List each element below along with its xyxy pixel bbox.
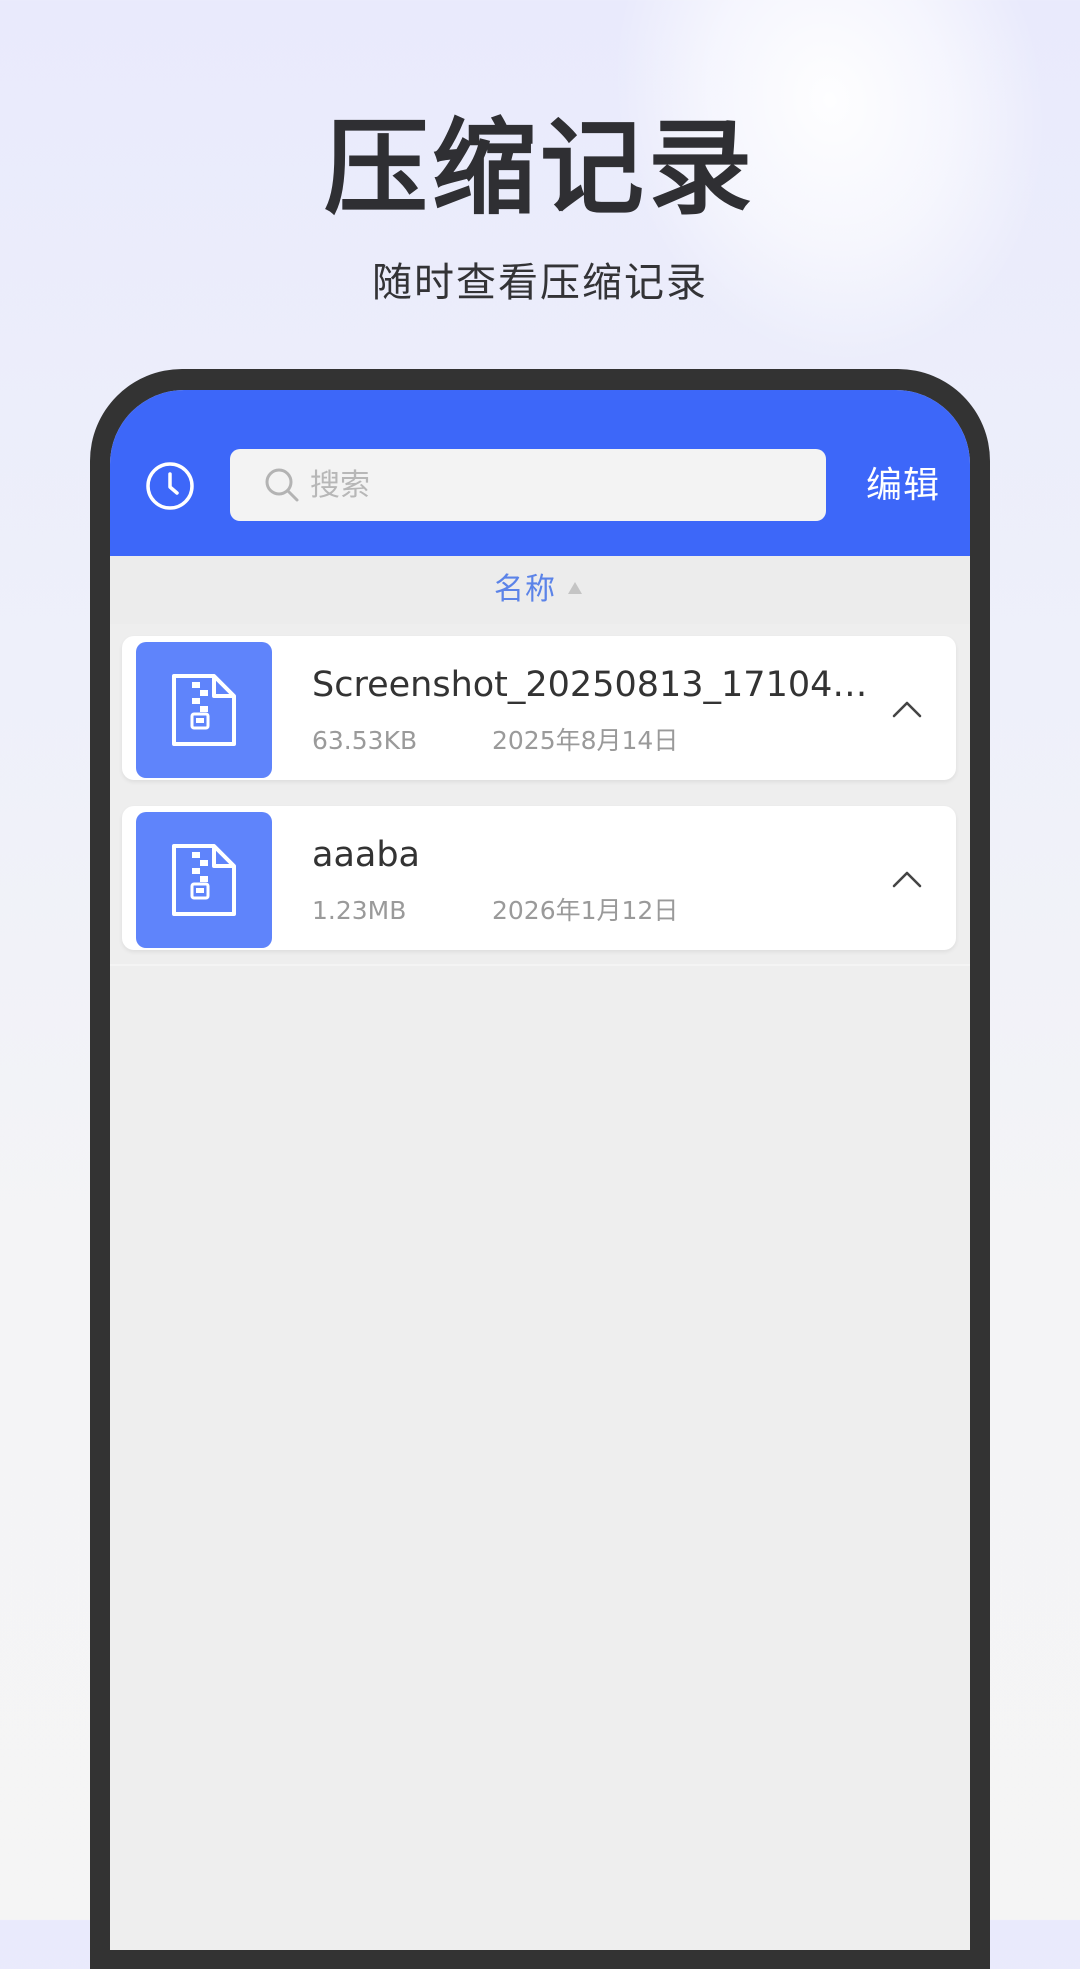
- top-bar: 编辑: [110, 390, 970, 556]
- sort-by-name-button[interactable]: 名称: [494, 566, 582, 614]
- clock-icon[interactable]: [144, 460, 196, 512]
- list-item[interactable]: aaaba 1.23MB 2026年1月12日: [122, 806, 956, 950]
- chevron-up-icon[interactable]: [890, 692, 924, 726]
- zip-file-icon: [136, 642, 272, 778]
- file-name: Screenshot_20250813_171046...: [312, 665, 872, 705]
- file-size: 1.23MB: [312, 896, 407, 925]
- list-item[interactable]: Screenshot_20250813_171046... 63.53KB 20…: [122, 636, 956, 780]
- search-input[interactable]: [310, 449, 810, 521]
- file-name: aaaba: [312, 835, 421, 875]
- search-box[interactable]: [230, 449, 826, 521]
- promo-title: 压缩记录: [323, 107, 756, 229]
- app-screen: 编辑 名称 Screenshot_20250813_171046...: [110, 390, 970, 1950]
- file-size: 63.53KB: [312, 726, 418, 755]
- file-list: Screenshot_20250813_171046... 63.53KB 20…: [122, 636, 958, 976]
- edit-button[interactable]: 编辑: [848, 454, 958, 518]
- sort-ascending-icon: [568, 581, 582, 594]
- zip-file-icon: [136, 812, 272, 948]
- search-icon: [265, 468, 299, 502]
- chevron-up-icon[interactable]: [890, 862, 924, 896]
- sort-bar: 名称: [110, 556, 970, 624]
- sort-label: 名称: [494, 572, 556, 607]
- file-date: 2025年8月14日: [492, 726, 679, 755]
- promo-subtitle: 随时查看压缩记录: [372, 260, 708, 306]
- list-divider: [110, 964, 970, 966]
- file-date: 2026年1月12日: [492, 896, 679, 925]
